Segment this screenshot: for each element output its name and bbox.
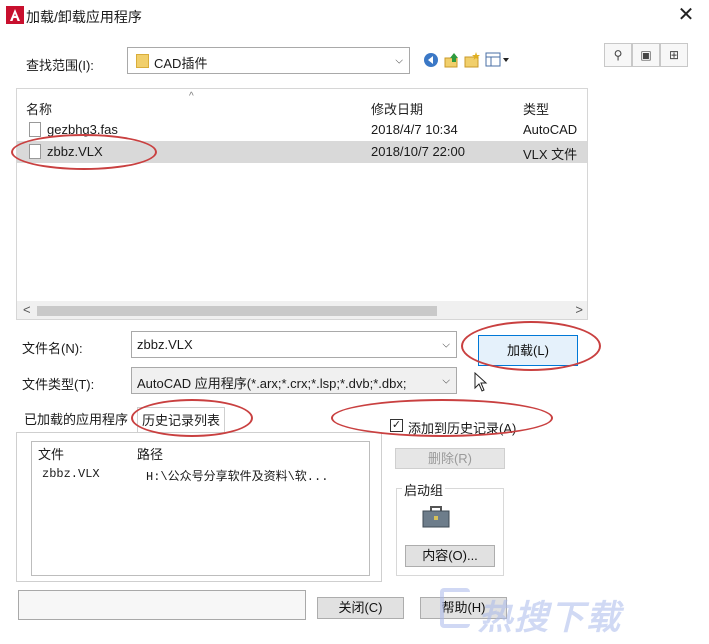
history-col-file[interactable]: 文件	[38, 444, 64, 463]
close-icon[interactable]: ✕	[672, 2, 700, 28]
file-modified: 2018/4/7 10:34	[371, 122, 458, 137]
scrollbar-thumb[interactable]	[37, 306, 437, 316]
briefcase-icon	[422, 506, 450, 528]
filename-label: 文件名(N):	[22, 341, 83, 356]
autocad-app-icon	[6, 6, 24, 24]
history-row[interactable]: zbbz.VLX H:\公众号分享软件及资料\软...	[32, 464, 369, 484]
file-row[interactable]: gezbhg3.fas 2018/4/7 10:34 AutoCAD	[17, 119, 587, 141]
filename-value: zbbz.VLX	[137, 337, 193, 352]
file-type: VLX 文件	[523, 147, 578, 162]
watermark-text: 热搜下载	[478, 599, 622, 637]
horizontal-scrollbar[interactable]: < >	[17, 301, 587, 319]
startup-group-title: 启动组	[402, 480, 446, 499]
file-name: zbbz.VLX	[47, 144, 103, 159]
filetype-select[interactable]: AutoCAD 应用程序(*.arx;*.crx;*.lsp;*.dvb;*.d…	[131, 367, 457, 394]
window-title: 加载/卸载应用程序	[26, 9, 142, 25]
chevron-down-icon[interactable]: ⌵	[442, 339, 450, 350]
tab-loaded-apps[interactable]: 已加载的应用程序	[20, 407, 132, 433]
remove-button[interactable]: 删除(R)	[395, 448, 505, 469]
file-type: AutoCAD	[523, 122, 578, 137]
history-col-path[interactable]: 路径	[137, 444, 163, 463]
tab-history-list[interactable]: 历史记录列表	[137, 407, 226, 433]
file-modified: 2018/10/7 22:00	[371, 144, 465, 159]
history-file: zbbz.VLX	[42, 467, 100, 481]
filename-field[interactable]: zbbz.VLX ⌵	[131, 331, 457, 358]
file-list[interactable]: ^ 名称 修改日期 类型 gezbhg3.fas 2018/4/7 10:34 …	[16, 88, 588, 320]
sort-caret-icon: ^	[189, 91, 194, 102]
scroll-left-icon[interactable]: <	[23, 302, 31, 317]
back-icon[interactable]	[421, 50, 441, 70]
history-path: H:\公众号分享软件及资料\软...	[146, 470, 329, 484]
add-to-history-label: 添加到历史记录(A)	[408, 421, 517, 436]
file-name: gezbhg3.fas	[47, 122, 118, 137]
up-folder-icon[interactable]	[442, 50, 462, 70]
contents-button[interactable]: 内容(O)...	[405, 545, 495, 567]
col-header-name[interactable]: 名称	[26, 99, 52, 118]
close-button[interactable]: 关闭(C)	[317, 597, 404, 619]
scroll-right-icon[interactable]: >	[575, 302, 583, 317]
new-folder-icon[interactable]	[462, 50, 482, 70]
col-header-modified[interactable]: 修改日期	[371, 99, 423, 118]
col-header-type[interactable]: 类型	[523, 99, 549, 118]
lookin-combo[interactable]: CAD插件 ⌵	[127, 47, 410, 74]
folder-icon	[136, 54, 149, 68]
file-icon	[29, 144, 41, 159]
filetype-value: AutoCAD 应用程序(*.arx;*.crx;*.lsp;*.dvb;*.d…	[137, 376, 407, 391]
chevron-down-icon: ⌵	[395, 55, 403, 66]
history-list[interactable]: 文件 路径 zbbz.VLX H:\公众号分享软件及资料\软...	[31, 441, 370, 576]
locations-icon[interactable]: ▣	[632, 43, 660, 67]
views-menu-icon[interactable]	[484, 50, 512, 70]
filetype-label: 文件类型(T):	[22, 377, 95, 392]
lookin-label: 查找范围(I):	[26, 58, 94, 73]
find-icon[interactable]: ⚲	[604, 43, 632, 67]
mouse-cursor-icon	[474, 372, 488, 392]
lookin-value: CAD插件	[154, 56, 208, 71]
watermark-logo	[440, 588, 470, 628]
file-row-selected[interactable]: zbbz.VLX 2018/10/7 22:00 VLX 文件	[17, 141, 587, 163]
options-icon[interactable]: ⊞	[660, 43, 688, 67]
load-button[interactable]: 加载(L)	[478, 335, 578, 366]
chevron-down-icon[interactable]: ⌵	[442, 375, 450, 386]
file-icon	[29, 122, 41, 137]
add-to-history-checkbox[interactable]: ✓	[390, 419, 403, 432]
status-field	[18, 590, 306, 620]
